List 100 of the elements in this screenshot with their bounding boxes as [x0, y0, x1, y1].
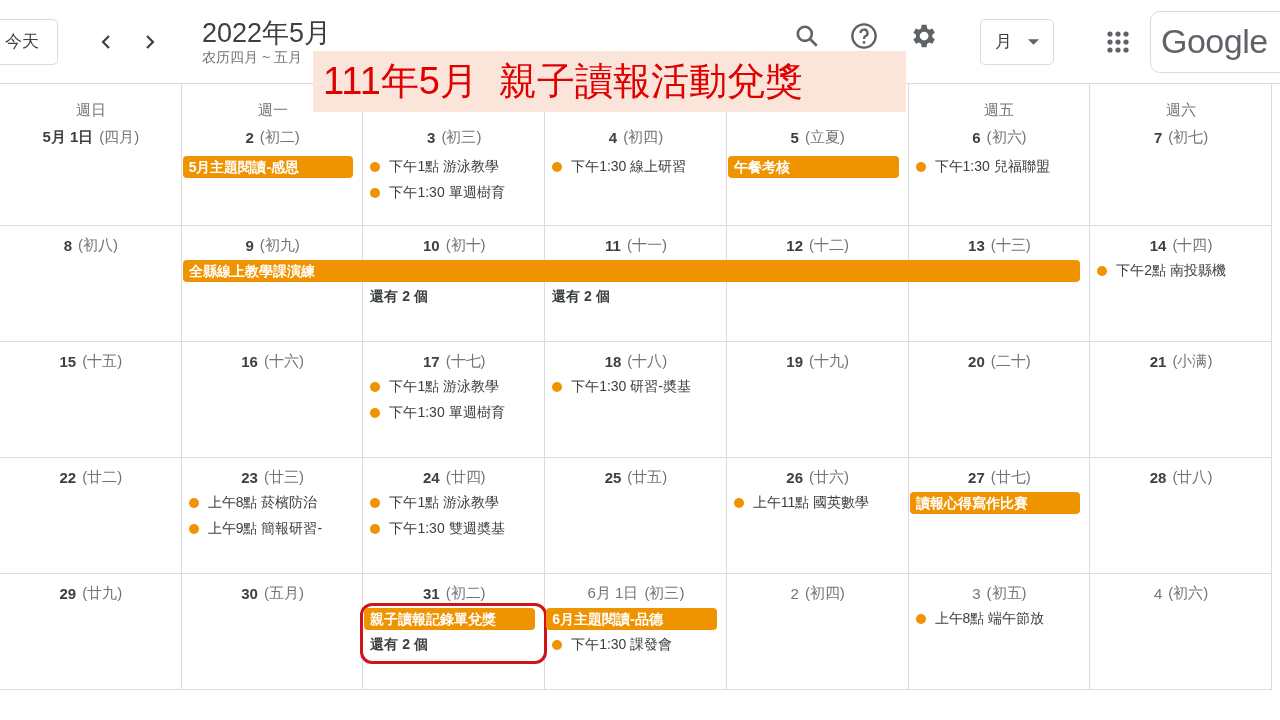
lunar-date: (廿九) — [82, 583, 123, 603]
lunar-date: (初六) — [1168, 583, 1209, 603]
date-number[interactable]: 27 — [968, 468, 985, 486]
lunar-date: (廿八) — [1172, 467, 1213, 487]
more-events-link[interactable]: 還有 2 個 — [370, 636, 428, 654]
date-number[interactable]: 5月 1日 — [42, 127, 94, 147]
event-dot — [915, 614, 926, 624]
event-dot — [370, 498, 381, 508]
date-number[interactable]: 26 — [786, 468, 804, 486]
event-title[interactable]: 下午1點 游泳教學 — [389, 378, 500, 396]
event-title[interactable]: 上午8點 端午節放 — [934, 610, 1045, 628]
date-number[interactable]: 15 — [59, 352, 77, 370]
date-number[interactable]: 16 — [241, 352, 258, 370]
date-number[interactable]: 2 — [790, 584, 799, 602]
lunar-date: (廿五) — [627, 467, 668, 487]
help-icon[interactable] — [850, 21, 878, 50]
date-number[interactable]: 25 — [604, 468, 622, 486]
lunar-date: (二十) — [990, 351, 1031, 371]
date-number[interactable]: 22 — [59, 468, 77, 486]
event-dot — [370, 408, 381, 418]
date-number[interactable]: 6 — [972, 128, 981, 146]
event-title[interactable]: 下午2點 南投縣機 — [1116, 262, 1226, 280]
date-number[interactable]: 11 — [605, 236, 621, 254]
more-events-link[interactable]: 還有 2 個 — [370, 288, 428, 306]
google-logo[interactable]: Google — [1150, 10, 1280, 73]
lunar-date: (十六) — [263, 351, 304, 371]
lunar-subtitle: 农历四月 ~ 五月 — [202, 48, 303, 67]
event-title[interactable]: 下午1:30 研習-奬基 — [571, 378, 691, 396]
lunar-date: (廿七) — [990, 467, 1031, 487]
date-number[interactable]: 5 — [790, 128, 799, 146]
view-dropdown[interactable]: 月 — [980, 18, 1054, 65]
date-number[interactable]: 4 — [1153, 584, 1163, 602]
date-number[interactable]: 7 — [1153, 128, 1163, 146]
lunar-date: (小满) — [1172, 351, 1213, 371]
lunar-date: (初四) — [804, 583, 845, 603]
event-title[interactable]: 上午8點 菸檳防治 — [207, 494, 318, 512]
event-dot — [370, 382, 381, 392]
event-dot — [188, 498, 199, 508]
lunar-date: (十九) — [809, 351, 850, 371]
event-title[interactable]: 下午1:30 單週樹育 — [389, 184, 505, 202]
date-number[interactable]: 10 — [422, 236, 440, 254]
lunar-date: (廿四) — [445, 467, 486, 487]
event-title[interactable]: 下午1:30 單週樹育 — [389, 404, 505, 422]
date-number[interactable]: 23 — [241, 468, 258, 486]
lunar-date: (十二) — [809, 235, 850, 255]
event-title[interactable]: 下午1:30 課發會 — [571, 636, 673, 654]
lunar-date: (立夏) — [804, 127, 845, 147]
apps-grid-icon[interactable] — [1106, 29, 1130, 54]
date-number[interactable]: 9 — [245, 236, 254, 254]
lunar-date: (初二) — [445, 583, 486, 603]
date-number[interactable]: 20 — [968, 352, 985, 370]
event-title[interactable]: 下午1點 游泳教學 — [389, 158, 500, 176]
date-number[interactable]: 18 — [604, 352, 622, 370]
date-number[interactable]: 3 — [427, 128, 436, 146]
date-number[interactable]: 3 — [972, 584, 981, 602]
event-dot — [733, 498, 744, 508]
lunar-date: (初六) — [986, 127, 1027, 147]
lunar-date: (十一) — [626, 235, 667, 255]
lunar-date: (初九) — [259, 235, 300, 255]
lunar-date: (十三) — [990, 235, 1031, 255]
date-number[interactable]: 2 — [245, 128, 254, 146]
event-dot — [915, 162, 926, 172]
date-number[interactable]: 17 — [422, 352, 440, 370]
lunar-date: (初四) — [623, 127, 664, 147]
date-number[interactable]: 12 — [786, 236, 804, 254]
lunar-date: (初七) — [1168, 127, 1209, 147]
lunar-date: (廿六) — [809, 467, 850, 487]
date-number[interactable]: 29 — [59, 584, 77, 602]
event-dot — [552, 382, 563, 392]
announcement-banner: 111年5月 親子讀報活動兌獎 — [313, 51, 906, 112]
date-number[interactable]: 21 — [1149, 352, 1167, 370]
caret-icon — [1028, 38, 1039, 45]
today-button[interactable]: 今天 — [0, 18, 58, 65]
lunar-date: (五月) — [263, 583, 304, 603]
event-title[interactable]: 下午1:30 雙週奬基 — [389, 520, 505, 538]
date-number[interactable]: 30 — [241, 584, 258, 602]
event-title[interactable]: 上午11點 國英數學 — [752, 494, 870, 512]
event-dot — [1097, 266, 1108, 276]
date-number[interactable]: 13 — [968, 236, 985, 254]
more-events-link[interactable]: 還有 2 個 — [552, 288, 610, 306]
weekday-label: 週五 — [984, 101, 1015, 120]
weekday-label: 週六 — [1166, 101, 1197, 120]
date-number[interactable]: 28 — [1149, 468, 1167, 486]
event-title[interactable]: 上午9點 簡報研習- — [207, 520, 323, 538]
date-number[interactable]: 6月 1日 — [587, 583, 639, 603]
event-title[interactable]: 下午1:30 線上研習 — [571, 158, 687, 176]
date-number[interactable]: 24 — [422, 468, 440, 486]
date-number[interactable]: 31 — [422, 584, 440, 602]
event-dot — [552, 162, 563, 172]
lunar-date: (廿二) — [82, 467, 123, 487]
event-dot — [370, 162, 381, 172]
date-number[interactable]: 19 — [786, 352, 804, 370]
event-title[interactable]: 下午1點 游泳教學 — [389, 494, 500, 512]
lunar-date: (四月) — [99, 127, 140, 147]
date-number[interactable]: 14 — [1149, 236, 1167, 254]
date-number[interactable]: 4 — [608, 128, 618, 146]
date-number[interactable]: 8 — [63, 236, 72, 254]
lunar-date: (初八) — [78, 235, 118, 255]
event-title[interactable]: 下午1:30 兒福聯盟 — [934, 158, 1050, 176]
lunar-date: (初二) — [259, 127, 300, 147]
